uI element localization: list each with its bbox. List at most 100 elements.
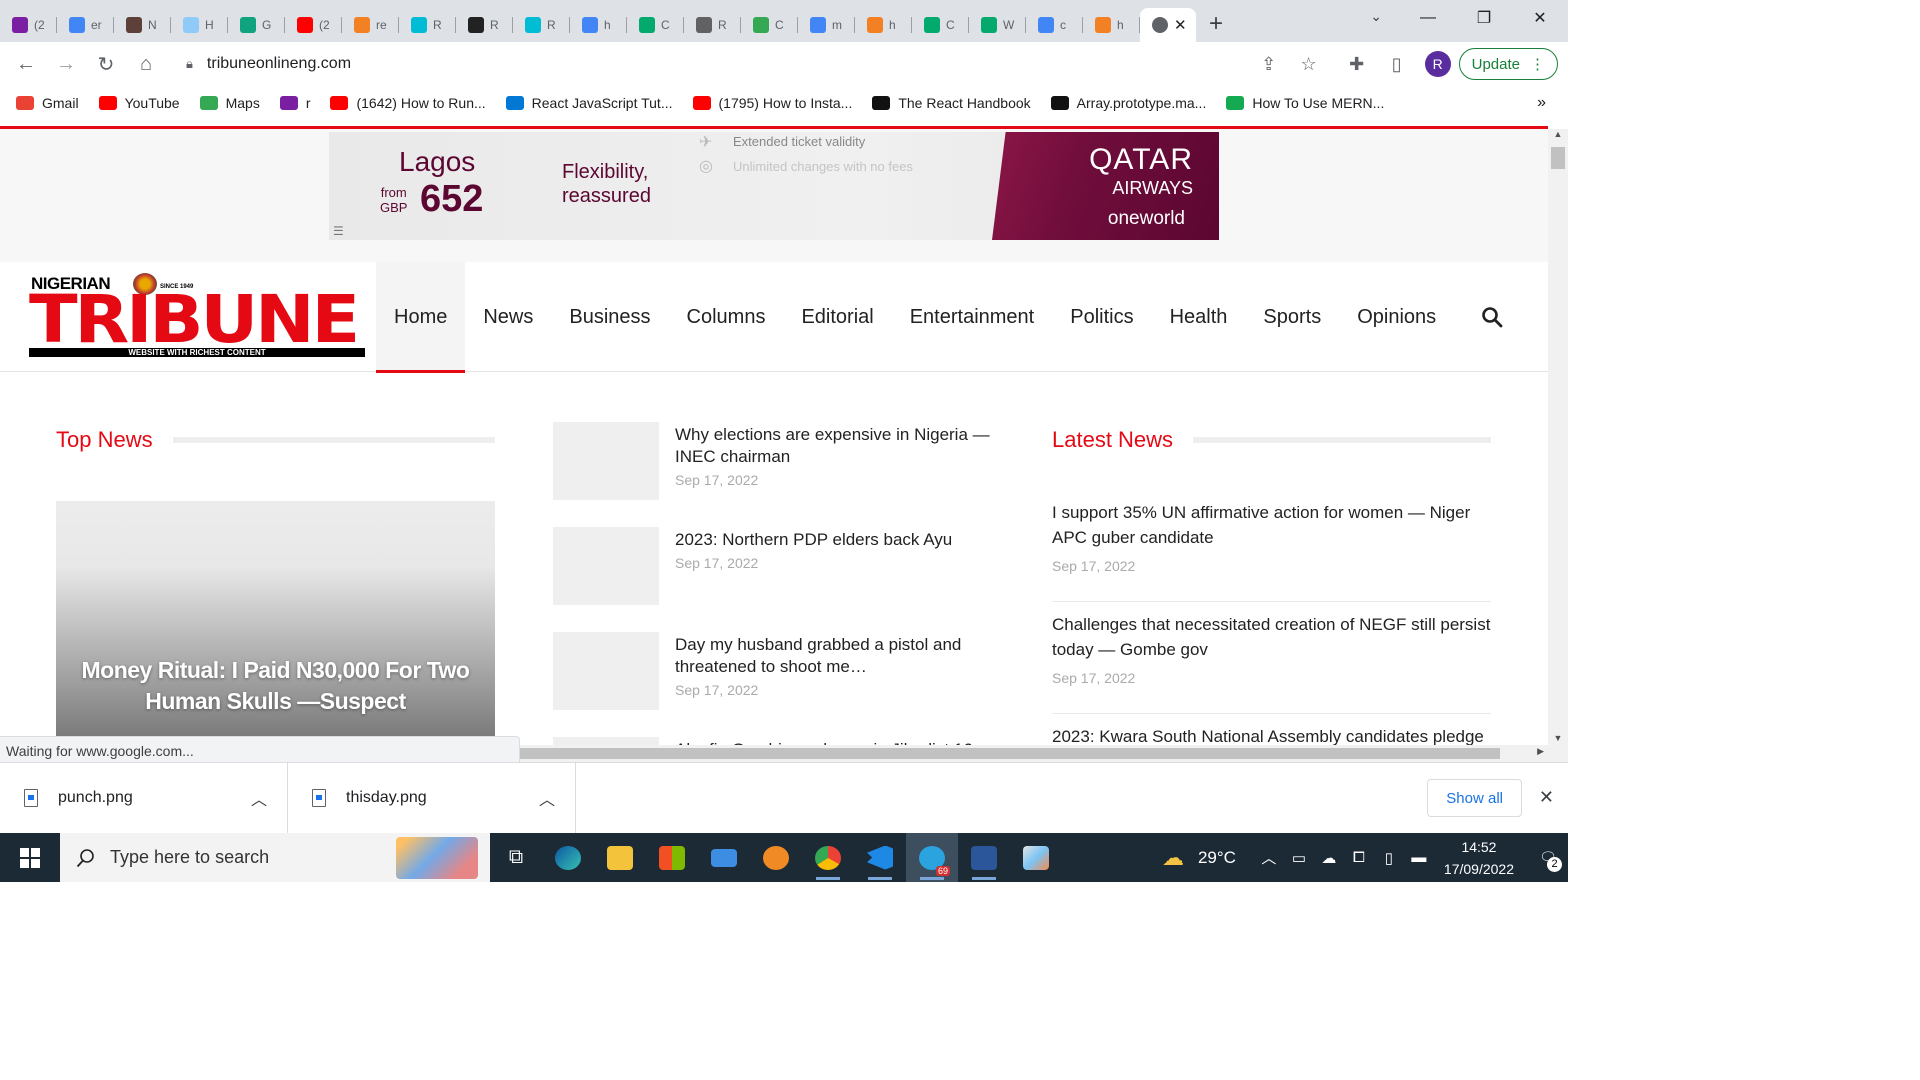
- scroll-up-arrow-icon[interactable]: ▲: [1548, 129, 1568, 139]
- device-icon[interactable]: ▯: [1374, 849, 1404, 867]
- qatar-airways-ad[interactable]: Lagos from GBP 652 Flexibility, reassured …: [329, 132, 1219, 240]
- share-icon[interactable]: ⇪: [1249, 54, 1289, 75]
- mail-icon[interactable]: [698, 833, 750, 882]
- weather-cloud-icon[interactable]: ☁: [1158, 845, 1188, 871]
- browser-tab[interactable]: C: [741, 8, 798, 42]
- hscroll-thumb[interactable]: [520, 748, 1500, 759]
- word-icon[interactable]: [958, 833, 1010, 882]
- story-thumbnail[interactable]: [553, 527, 659, 605]
- update-button[interactable]: Update ⋮: [1458, 48, 1558, 80]
- browser-tab[interactable]: W: [969, 8, 1026, 42]
- bookmark-star-icon[interactable]: ☆: [1289, 54, 1329, 75]
- bookmark-item[interactable]: The React Handbook: [872, 95, 1031, 111]
- vscode-icon[interactable]: [854, 833, 906, 882]
- nav-item-opinions[interactable]: Opinions: [1339, 262, 1454, 372]
- taskbar-search[interactable]: Type here to search: [60, 833, 490, 882]
- nav-item-business[interactable]: Business: [551, 262, 668, 372]
- side-panel-icon[interactable]: ▯: [1377, 54, 1417, 75]
- list-item[interactable]: Why elections are expensive in Nigeria —…: [553, 422, 993, 502]
- lock-icon[interactable]: 🔒︎: [186, 56, 193, 72]
- browser-tab[interactable]: h: [1083, 8, 1140, 42]
- bookmark-item[interactable]: (1642) How to Run...: [330, 95, 486, 111]
- browser-tab[interactable]: C: [912, 8, 969, 42]
- address-bar[interactable]: 🔒︎ tribuneonlineng.com: [170, 47, 1330, 81]
- ad-menu-icon[interactable]: ☰: [333, 224, 344, 238]
- new-tab-button[interactable]: +: [1196, 10, 1236, 38]
- nav-item-news[interactable]: News: [465, 262, 551, 372]
- story-thumbnail[interactable]: [553, 422, 659, 500]
- bookmark-item[interactable]: Array.prototype.ma...: [1050, 95, 1206, 111]
- extensions-puzzle-icon[interactable]: ✚: [1337, 54, 1377, 75]
- scroll-thumb[interactable]: [1551, 147, 1565, 169]
- story-title[interactable]: 2023: Kwara South National Assembly cand…: [1052, 724, 1491, 745]
- nav-item-entertainment[interactable]: Entertainment: [892, 262, 1053, 372]
- chevron-up-icon[interactable]: ︿: [251, 786, 267, 810]
- back-arrow-icon[interactable]: ←: [6, 53, 46, 76]
- profile-avatar[interactable]: R: [1424, 51, 1451, 77]
- browser-tab[interactable]: R: [456, 8, 513, 42]
- story-title[interactable]: I support 35% UN affirmative action for …: [1052, 500, 1491, 550]
- minimize-button[interactable]: —: [1400, 0, 1456, 36]
- bookmark-item[interactable]: Maps: [199, 95, 260, 111]
- file-explorer-icon[interactable]: [594, 833, 646, 882]
- edge-icon[interactable]: [542, 833, 594, 882]
- store-icon[interactable]: [646, 833, 698, 882]
- nav-item-columns[interactable]: Columns: [669, 262, 784, 372]
- search-icon[interactable]: [1480, 305, 1504, 329]
- vertical-scrollbar[interactable]: ▲ ▼: [1548, 129, 1568, 745]
- latest-news-item[interactable]: Challenges that necessitated creation of…: [1052, 612, 1491, 714]
- network-icon[interactable]: ▭: [1284, 849, 1314, 867]
- download-item[interactable]: thisday.png ︿: [288, 763, 576, 833]
- browser-tab[interactable]: er: [57, 8, 114, 42]
- forward-arrow-icon[interactable]: →: [46, 53, 86, 76]
- story-title[interactable]: 2023: Northern PDP elders back Ayu: [675, 529, 995, 551]
- notifications-button[interactable]: 🗨︎ 2: [1528, 833, 1568, 882]
- bookmark-item[interactable]: r: [279, 95, 310, 111]
- horizontal-scrollbar[interactable]: ▶: [520, 745, 1568, 762]
- browser-tab[interactable]: (2: [0, 8, 57, 42]
- top-story-caption[interactable]: Money Ritual: I Paid N30,000 For Two Hum…: [76, 655, 475, 717]
- reload-icon[interactable]: ↻: [86, 52, 126, 77]
- chrome-icon[interactable]: [802, 833, 854, 882]
- nav-item-health[interactable]: Health: [1152, 262, 1246, 372]
- browser-tab[interactable]: H: [171, 8, 228, 42]
- browser-tab[interactable]: R: [684, 8, 741, 42]
- story-title[interactable]: Day my husband grabbed a pistol and thre…: [675, 634, 995, 678]
- active-tab[interactable]: ✕: [1140, 8, 1196, 42]
- bookmark-item[interactable]: (1795) How to Insta...: [692, 95, 852, 111]
- capture-icon[interactable]: ⧠: [1344, 849, 1374, 866]
- chevron-up-icon[interactable]: ︿: [539, 786, 555, 810]
- tab-search-chevron-icon[interactable]: ⌄: [1370, 8, 1382, 25]
- task-view-icon[interactable]: ⧉: [490, 833, 542, 882]
- story-title[interactable]: Why elections are expensive in Nigeria —…: [675, 424, 995, 468]
- story-title[interactable]: Challenges that necessitated creation of…: [1052, 612, 1491, 662]
- browser-tab[interactable]: c: [1026, 8, 1083, 42]
- site-logo[interactable]: NIGERIAN SINCE 1949 TRIBUNE WEBSITE WITH…: [29, 270, 365, 360]
- telegram-icon[interactable]: 69: [906, 833, 958, 882]
- download-item[interactable]: punch.png ︿: [0, 763, 288, 833]
- scroll-right-arrow-icon[interactable]: ▶: [1537, 746, 1544, 757]
- battery-icon[interactable]: ▬: [1404, 849, 1434, 866]
- nav-item-home[interactable]: Home: [376, 262, 466, 373]
- bookmark-item[interactable]: How To Use MERN...: [1226, 95, 1384, 111]
- list-item[interactable]: Day my husband grabbed a pistol and thre…: [553, 632, 993, 712]
- nav-item-politics[interactable]: Politics: [1052, 262, 1151, 372]
- story-thumbnail[interactable]: [553, 632, 659, 710]
- story-thumbnail[interactable]: [553, 737, 659, 745]
- browser-tab[interactable]: h: [855, 8, 912, 42]
- bookmarks-overflow-icon[interactable]: »: [1537, 94, 1546, 112]
- restore-button[interactable]: ❐: [1456, 0, 1512, 36]
- browser-tab[interactable]: h: [570, 8, 627, 42]
- nav-item-sports[interactable]: Sports: [1245, 262, 1339, 372]
- browser-tab[interactable]: C: [627, 8, 684, 42]
- weather-temperature[interactable]: 29°C: [1198, 848, 1236, 868]
- nav-item-editorial[interactable]: Editorial: [783, 262, 891, 372]
- onedrive-cloud-icon[interactable]: ☁: [1314, 849, 1344, 867]
- bookmark-item[interactable]: React JavaScript Tut...: [505, 95, 673, 111]
- chevron-up-icon[interactable]: ︿: [1254, 847, 1284, 868]
- paint-icon[interactable]: [1010, 833, 1062, 882]
- clock[interactable]: 14:52 17/09/2022: [1444, 836, 1514, 880]
- latest-news-item[interactable]: I support 35% UN affirmative action for …: [1052, 500, 1491, 602]
- scroll-down-arrow-icon[interactable]: ▼: [1548, 733, 1568, 743]
- home-icon[interactable]: ⌂: [126, 53, 166, 76]
